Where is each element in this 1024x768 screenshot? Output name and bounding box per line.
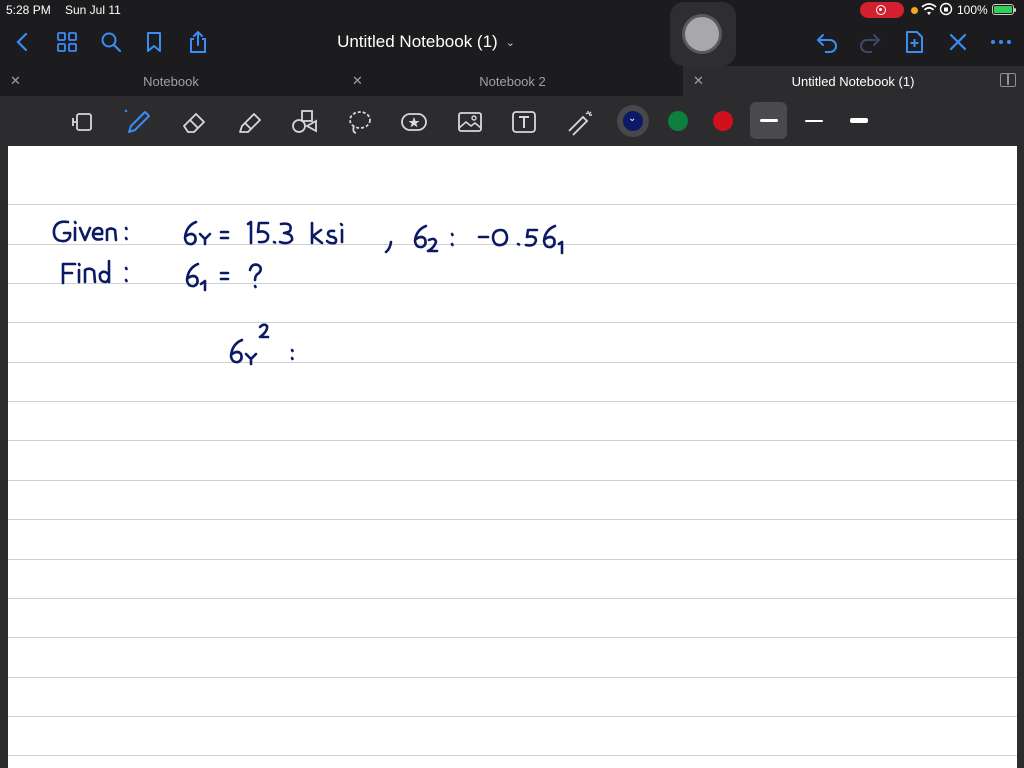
- highlighter-icon[interactable]: [236, 108, 264, 136]
- pen-icon[interactable]: [124, 108, 152, 136]
- handwriting-sigma-1: [185, 262, 263, 292]
- tab-label: Notebook 2: [479, 74, 546, 89]
- handwriting-sigma-r: [183, 220, 344, 246]
- tab-label: Notebook: [143, 74, 199, 89]
- battery-icon: [992, 4, 1016, 15]
- handwriting-find: [61, 259, 128, 285]
- more-icon[interactable]: [988, 29, 1014, 55]
- mic-indicator-dot: [911, 7, 918, 14]
- eraser-icon[interactable]: [180, 108, 208, 136]
- tab-label: Untitled Notebook (1): [791, 74, 915, 89]
- thickness-fine[interactable]: [760, 119, 778, 122]
- handwriting-ink: [52, 220, 564, 366]
- battery-percent: 100%: [957, 3, 988, 17]
- assistive-touch-button[interactable]: [670, 2, 736, 66]
- handwriting-sigma-z: [384, 224, 564, 255]
- thickness-medium[interactable]: [805, 120, 823, 122]
- laser-pointer-icon[interactable]: [566, 108, 594, 136]
- orientation-lock-icon: [939, 2, 953, 16]
- color-swatch-red[interactable]: [713, 111, 733, 131]
- tab-bar: ✕ Notebook ✕ Notebook 2 ✕ Untitled Noteb…: [0, 66, 1024, 96]
- add-page-icon[interactable]: [901, 29, 927, 55]
- wifi-icon: [921, 3, 937, 15]
- notebook-page[interactable]: [8, 146, 1017, 768]
- navigation-bar: Untitled Notebook (1) ⌄: [0, 20, 1024, 66]
- handwriting-given: [52, 220, 128, 243]
- drawing-toolbar: [0, 96, 1024, 146]
- chevron-down-icon: ⌄: [628, 113, 637, 124]
- notebook-title: Untitled Notebook (1): [337, 32, 498, 51]
- chevron-down-icon: ⌄: [505, 37, 515, 50]
- status-date: Sun Jul 11: [65, 3, 121, 17]
- undo-icon[interactable]: [814, 29, 840, 55]
- page-view-icon[interactable]: [70, 108, 98, 136]
- status-time: 5:28 PM: [6, 3, 51, 17]
- redo-icon[interactable]: [857, 29, 883, 55]
- split-view-icon[interactable]: [1000, 73, 1016, 87]
- handwriting-sigma-r-squared: [229, 323, 294, 366]
- record-icon: [876, 5, 886, 15]
- thickness-thick[interactable]: [850, 118, 868, 123]
- status-bar: 5:28 PM Sun Jul 11 100%: [0, 0, 1024, 20]
- image-icon[interactable]: [456, 108, 484, 136]
- color-swatch-green[interactable]: [668, 111, 688, 131]
- tab-notebook[interactable]: ✕ Notebook: [0, 66, 342, 96]
- assistive-touch-icon: [685, 17, 719, 51]
- tab-untitled-notebook[interactable]: ✕ Untitled Notebook (1): [683, 66, 1024, 96]
- screen-record-indicator[interactable]: [860, 2, 904, 18]
- tab-notebook-2[interactable]: ✕ Notebook 2: [342, 66, 683, 96]
- sticker-icon[interactable]: [400, 108, 428, 136]
- close-icon[interactable]: [945, 29, 971, 55]
- lasso-icon[interactable]: [346, 108, 374, 136]
- text-icon[interactable]: [510, 108, 538, 136]
- shapes-icon[interactable]: [290, 108, 318, 136]
